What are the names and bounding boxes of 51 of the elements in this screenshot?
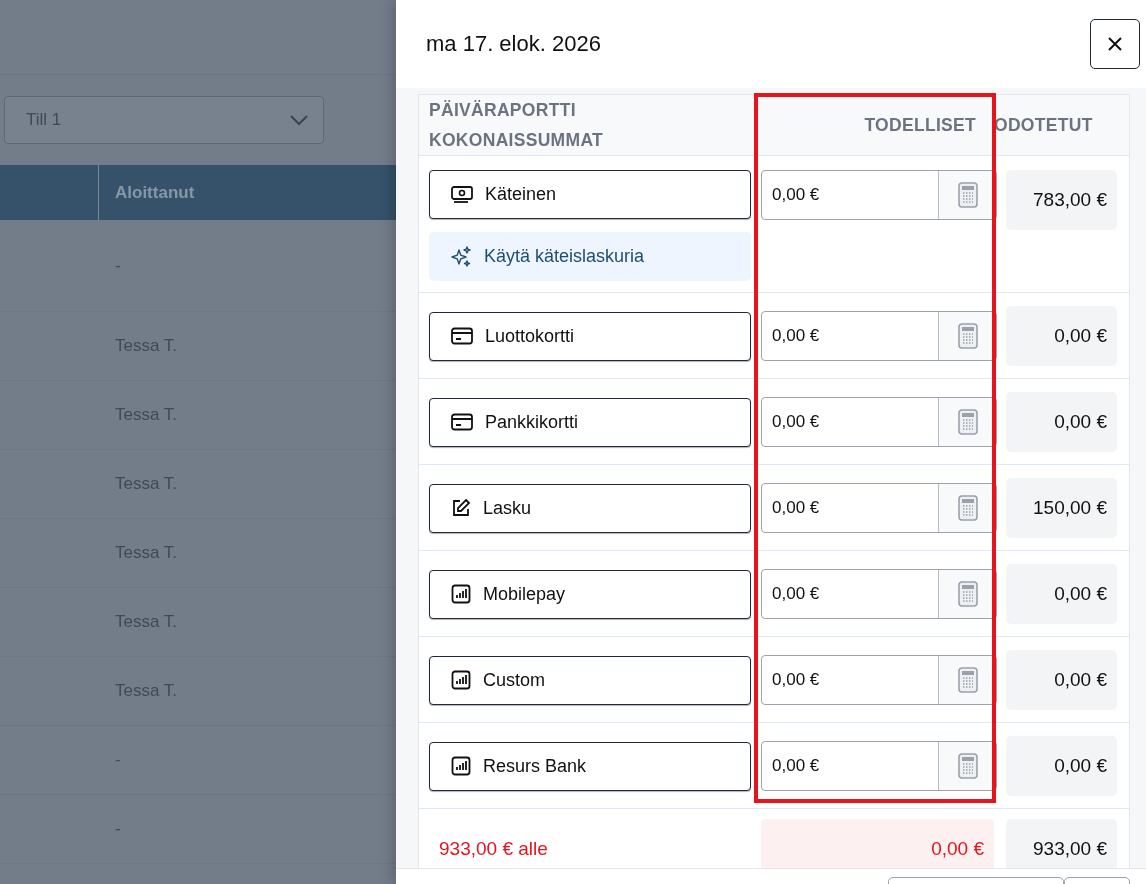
cash-counter-button[interactable]: Käytä käteislaskuria bbox=[429, 232, 751, 281]
credit-card-icon bbox=[451, 327, 473, 345]
edit-icon bbox=[451, 498, 471, 518]
chevron-down-icon bbox=[289, 114, 309, 126]
payment-method-button[interactable]: Mobilepay bbox=[429, 569, 751, 619]
expected-amount: 0,00 € bbox=[1006, 392, 1117, 452]
calculator-icon[interactable] bbox=[957, 667, 978, 693]
payment-method-button[interactable]: Lasku bbox=[429, 483, 751, 533]
amount-input[interactable]: 0,00 € bbox=[761, 569, 997, 619]
calculator-icon[interactable] bbox=[957, 753, 978, 779]
column-header: ODOTETUT bbox=[994, 114, 1094, 137]
payment-method-button[interactable]: Pankkikortti bbox=[429, 397, 751, 447]
total-actual: 0,00 € bbox=[761, 819, 994, 868]
payment-method-button[interactable]: Luottokortti bbox=[429, 311, 751, 361]
payment-method-button[interactable]: Resurs Bank bbox=[429, 741, 751, 791]
close-icon bbox=[1107, 36, 1123, 52]
bar-chart-icon bbox=[451, 670, 471, 690]
table-cell: - bbox=[115, 750, 121, 770]
payment-method-button[interactable]: Käteinen bbox=[429, 170, 751, 219]
amount-input[interactable]: 0,00 € bbox=[761, 655, 997, 705]
amount-input[interactable]: 0,00 € bbox=[761, 170, 997, 220]
payment-method-button[interactable]: Custom bbox=[429, 655, 751, 705]
calculator-icon[interactable] bbox=[957, 409, 978, 435]
bar-chart-icon bbox=[451, 584, 471, 604]
credit-card-icon bbox=[451, 413, 473, 431]
amount-input[interactable]: 0,00 € bbox=[761, 397, 997, 447]
amount-input[interactable]: 0,00 € bbox=[761, 483, 997, 533]
expected-amount: 0,00 € bbox=[1006, 564, 1117, 624]
close-button[interactable] bbox=[1090, 19, 1140, 69]
amount-input[interactable]: 0,00 € bbox=[761, 741, 997, 791]
sparkle-icon bbox=[450, 245, 472, 268]
expected-amount: 0,00 € bbox=[1006, 306, 1117, 366]
table-cell: - bbox=[115, 255, 121, 276]
total-expected: 933,00 € bbox=[1006, 819, 1117, 868]
amount-input[interactable]: 0,00 € bbox=[761, 311, 997, 361]
drawer-title: ma 17. elok. 2026 bbox=[426, 31, 601, 57]
expected-amount: 0,00 € bbox=[1006, 650, 1117, 710]
table-cell: - bbox=[115, 819, 121, 839]
column-header: Aloittanut bbox=[114, 181, 195, 204]
cash-icon bbox=[451, 184, 473, 205]
expected-amount: 0,00 € bbox=[1006, 736, 1117, 796]
difference-text: 933,00 € alle bbox=[438, 838, 549, 860]
calculator-icon[interactable] bbox=[957, 323, 978, 349]
calculator-icon[interactable] bbox=[957, 495, 978, 521]
calculator-icon[interactable] bbox=[957, 182, 978, 208]
column-header: TODELLISET bbox=[863, 114, 977, 137]
expected-amount: 150,00 € bbox=[1006, 478, 1117, 538]
expected-amount: 783,00 € bbox=[1006, 170, 1117, 230]
column-header: PÄIVÄRAPORTTI KOKONAISSUMMAT bbox=[429, 99, 604, 152]
bar-chart-icon bbox=[451, 756, 471, 776]
calculator-icon[interactable] bbox=[957, 581, 978, 607]
